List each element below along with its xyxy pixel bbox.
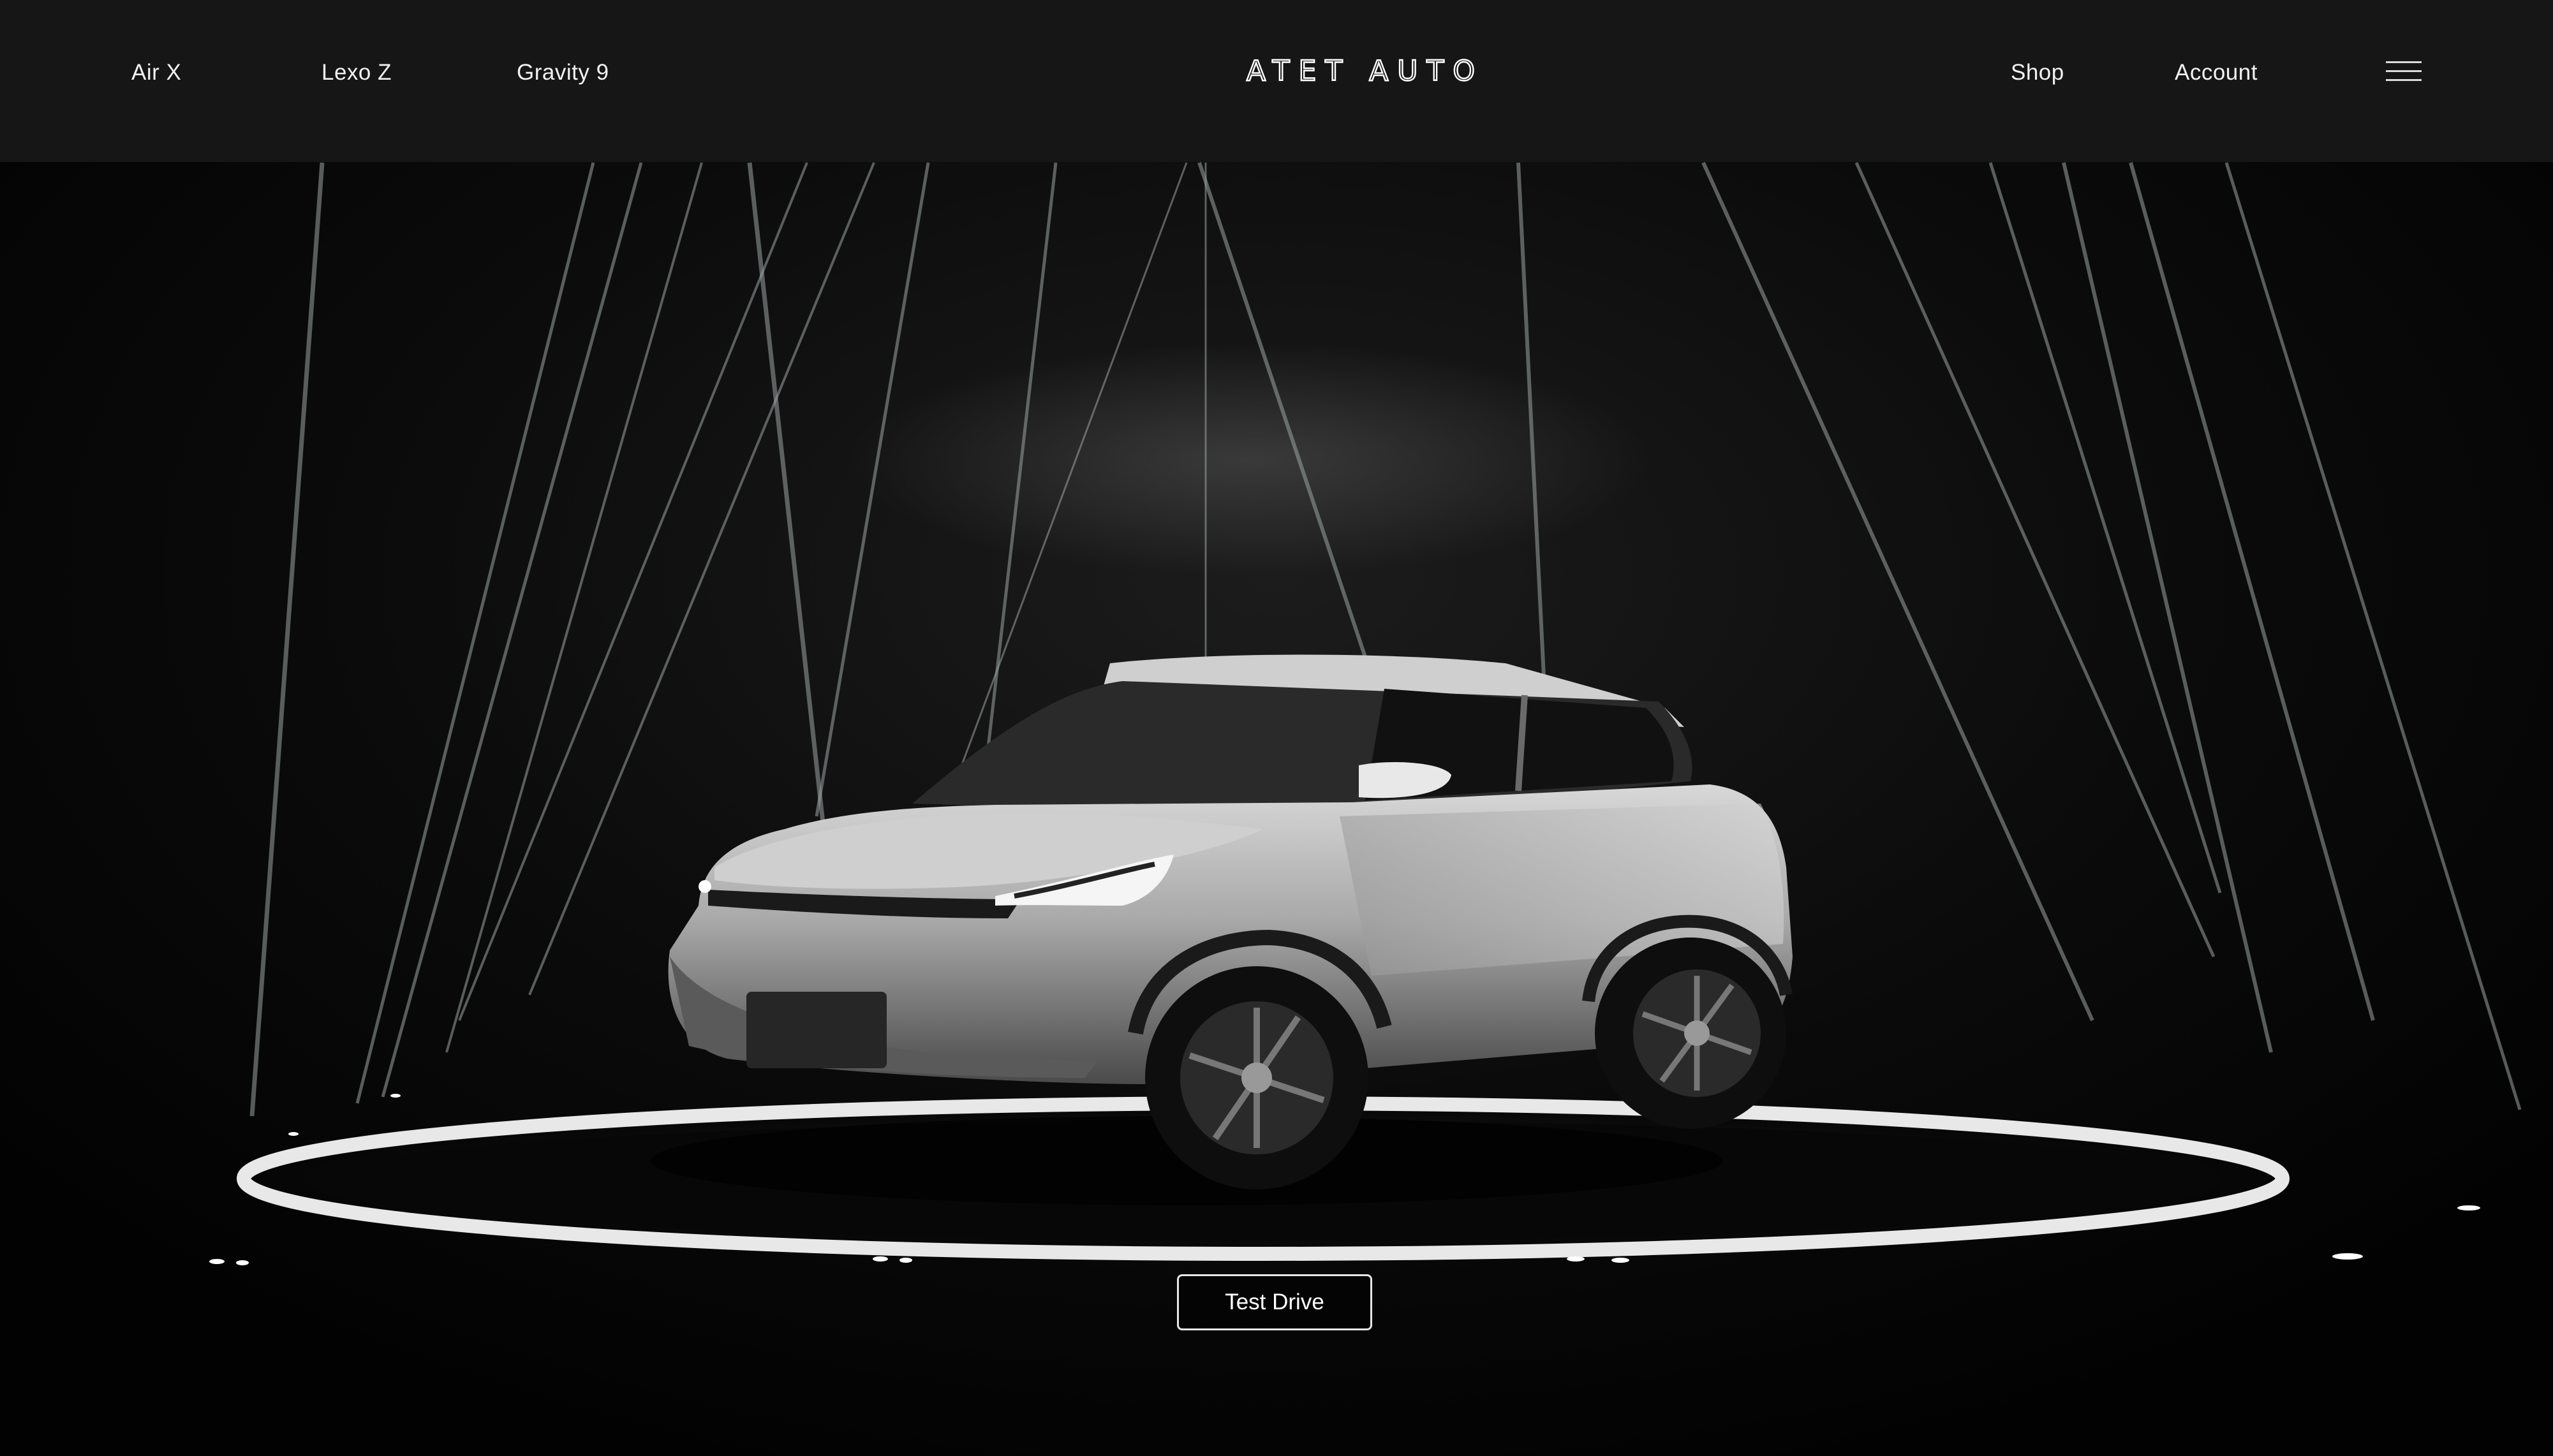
- brand-logo[interactable]: ATET AUTO: [1187, 52, 1544, 91]
- nav-link-shop[interactable]: Shop: [2011, 59, 2064, 87]
- brand-name: ATET AUTO: [1247, 55, 1484, 87]
- nav-link-air-x[interactable]: Air X: [131, 59, 181, 87]
- top-navbar: Air X Lexo Z Gravity 9 ATET AUTO Shop Ac…: [0, 0, 2553, 162]
- brand-logo-wordmark: ATET AUTO: [1246, 54, 1484, 88]
- menu-line: [2386, 70, 2422, 72]
- menu-line: [2386, 61, 2422, 63]
- hero-car-image: [209, 161, 2522, 1265]
- nav-link-gravity-9[interactable]: Gravity 9: [517, 59, 609, 87]
- nav-link-account[interactable]: Account: [2175, 59, 2258, 87]
- nav-link-lexo-z[interactable]: Lexo Z: [322, 59, 392, 87]
- hamburger-menu-icon[interactable]: [2386, 59, 2422, 84]
- test-drive-button[interactable]: Test Drive: [1177, 1274, 1372, 1330]
- menu-line: [2386, 79, 2422, 81]
